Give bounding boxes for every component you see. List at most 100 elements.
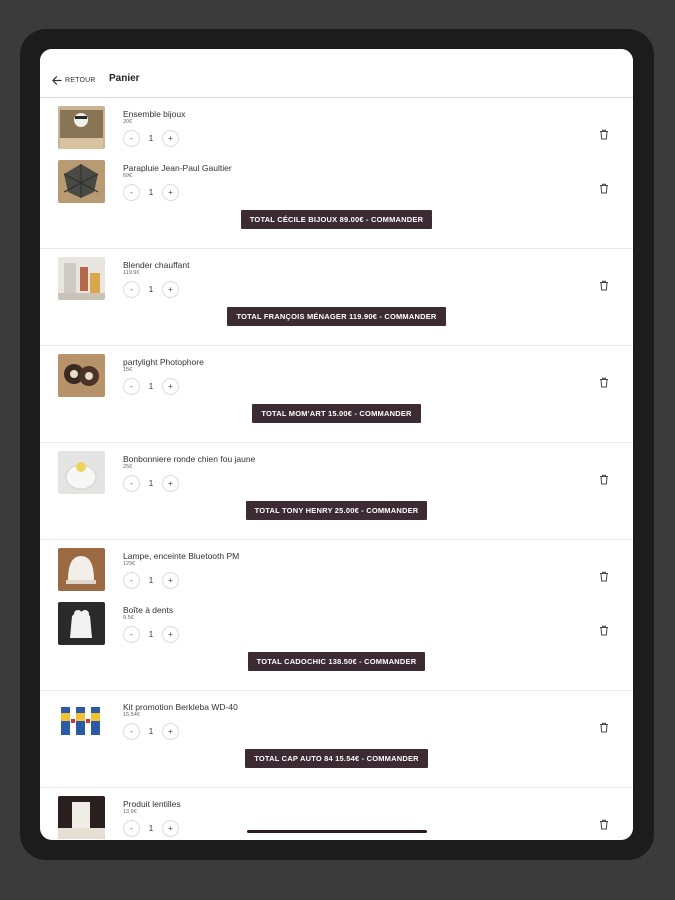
quantity-value: 1 <box>148 188 154 197</box>
volume-up-button <box>633 106 638 134</box>
quantity-value: 1 <box>148 285 154 294</box>
quantity-stepper: - 1 + <box>123 281 179 298</box>
order-row: TOTAL CADOCHIC 138.50€ - COMMANDER <box>40 648 633 690</box>
home-indicator[interactable] <box>247 830 427 833</box>
decrease-button[interactable]: - <box>123 184 140 201</box>
increase-button[interactable]: + <box>162 184 179 201</box>
product-thumbnail[interactable] <box>58 106 105 149</box>
quantity-stepper: - 1 + <box>123 378 179 395</box>
decrease-button[interactable]: - <box>123 820 140 837</box>
product-name: Bonbonniere ronde chien fou jaune <box>123 454 256 464</box>
seller-group: Ensemble bijoux 20€ - 1 + Parapluie Jean… <box>40 98 633 249</box>
order-row: TOTAL CÉCILE BIJOUX 89.00€ - COMMANDER <box>40 206 633 248</box>
delete-item-button[interactable] <box>597 278 611 292</box>
product-name: Produit lentilles <box>123 799 181 809</box>
back-button[interactable]: RETOUR <box>51 75 96 86</box>
order-row: TOTAL TONY HENRY 25.00€ - COMMANDER <box>40 497 633 539</box>
product-name: Parapluie Jean-Paul Gaultier <box>123 163 232 173</box>
seller-group: partylight Photophore 15€ - 1 + TOTAL MO… <box>40 346 633 443</box>
decrease-button[interactable]: - <box>123 626 140 643</box>
quantity-value: 1 <box>148 727 154 736</box>
order-button[interactable]: TOTAL CÉCILE BIJOUX 89.00€ - COMMANDER <box>240 210 433 229</box>
seller-group: Blender chauffant 119.9€ - 1 + TOTAL FRA… <box>40 249 633 346</box>
increase-button[interactable]: + <box>162 475 179 492</box>
product-price: 69€ <box>123 173 133 179</box>
product-price: 25€ <box>123 464 133 470</box>
cart-item: Kit promotion Berkleba WD-40 15.54€ - 1 … <box>40 691 633 745</box>
decrease-button[interactable]: - <box>123 130 140 147</box>
product-name: partylight Photophore <box>123 357 204 367</box>
trash-icon <box>600 819 608 829</box>
increase-button[interactable]: + <box>162 378 179 395</box>
increase-button[interactable]: + <box>162 820 179 837</box>
delete-item-button[interactable] <box>597 817 611 831</box>
increase-button[interactable]: + <box>162 130 179 147</box>
order-button[interactable]: TOTAL MOM'ART 15.00€ - COMMANDER <box>252 404 421 423</box>
delete-item-button[interactable] <box>597 569 611 583</box>
order-row: TOTAL FRANÇOIS MÉNAGER 119.90€ - COMMAND… <box>40 303 633 345</box>
page-title: Panier <box>109 73 140 84</box>
decrease-button[interactable]: - <box>123 378 140 395</box>
app-screen: RETOUR Panier Ensemble bijoux 20€ - 1 + <box>40 49 633 840</box>
order-row: TOTAL CAP AUTO 84 15.54€ - COMMANDER <box>40 745 633 787</box>
quantity-value: 1 <box>148 576 154 585</box>
product-price: 15.54€ <box>123 712 140 718</box>
back-label: RETOUR <box>65 77 96 84</box>
product-thumbnail[interactable] <box>58 451 105 494</box>
product-name: Boîte à dents <box>123 605 174 615</box>
product-price: 13.9€ <box>123 809 137 815</box>
delete-item-button[interactable] <box>597 375 611 389</box>
product-thumbnail[interactable] <box>58 699 105 742</box>
trash-icon <box>600 129 608 139</box>
cart-list[interactable]: Ensemble bijoux 20€ - 1 + Parapluie Jean… <box>40 98 633 840</box>
quantity-stepper: - 1 + <box>123 130 179 147</box>
quantity-value: 1 <box>148 824 154 833</box>
increase-button[interactable]: + <box>162 723 179 740</box>
seller-group: Bonbonniere ronde chien fou jaune 25€ - … <box>40 443 633 540</box>
delete-item-button[interactable] <box>597 623 611 637</box>
delete-item-button[interactable] <box>597 127 611 141</box>
product-thumbnail[interactable] <box>58 548 105 591</box>
order-button[interactable]: TOTAL CAP AUTO 84 15.54€ - COMMANDER <box>245 749 428 768</box>
product-thumbnail[interactable] <box>58 257 105 300</box>
product-name: Kit promotion Berkleba WD-40 <box>123 702 238 712</box>
seller-group: Lampe, enceinte Bluetooth PM 129€ - 1 + … <box>40 540 633 691</box>
product-thumbnail[interactable] <box>58 354 105 397</box>
product-thumbnail[interactable] <box>58 160 105 203</box>
trash-icon <box>600 571 608 581</box>
quantity-value: 1 <box>148 479 154 488</box>
quantity-stepper: - 1 + <box>123 626 179 643</box>
delete-item-button[interactable] <box>597 472 611 486</box>
trash-icon <box>600 625 608 635</box>
volume-down-button <box>633 142 638 170</box>
cart-item: Ensemble bijoux 20€ - 1 + <box>40 98 633 152</box>
decrease-button[interactable]: - <box>123 723 140 740</box>
increase-button[interactable]: + <box>162 626 179 643</box>
decrease-button[interactable]: - <box>123 281 140 298</box>
order-button[interactable]: TOTAL FRANÇOIS MÉNAGER 119.90€ - COMMAND… <box>227 307 446 326</box>
delete-item-button[interactable] <box>597 720 611 734</box>
decrease-button[interactable]: - <box>123 475 140 492</box>
order-button[interactable]: TOTAL TONY HENRY 25.00€ - COMMANDER <box>245 501 428 520</box>
order-button[interactable]: TOTAL CADOCHIC 138.50€ - COMMANDER <box>247 652 426 671</box>
delete-item-button[interactable] <box>597 181 611 195</box>
cart-item: Bonbonniere ronde chien fou jaune 25€ - … <box>40 443 633 497</box>
trash-icon <box>600 183 608 193</box>
quantity-stepper: - 1 + <box>123 572 179 589</box>
trash-icon <box>600 722 608 732</box>
decrease-button[interactable]: - <box>123 572 140 589</box>
product-thumbnail[interactable] <box>58 796 105 839</box>
product-price: 119.9€ <box>123 270 140 276</box>
cart-item: partylight Photophore 15€ - 1 + <box>40 346 633 400</box>
quantity-stepper: - 1 + <box>123 723 179 740</box>
increase-button[interactable]: + <box>162 572 179 589</box>
product-thumbnail[interactable] <box>58 602 105 645</box>
quantity-stepper: - 1 + <box>123 184 179 201</box>
seller-group: Kit promotion Berkleba WD-40 15.54€ - 1 … <box>40 691 633 788</box>
trash-icon <box>600 280 608 290</box>
increase-button[interactable]: + <box>162 281 179 298</box>
product-price: 129€ <box>123 561 136 567</box>
quantity-value: 1 <box>148 630 154 639</box>
product-name: Ensemble bijoux <box>123 109 186 119</box>
product-price: 9.5€ <box>123 615 134 621</box>
